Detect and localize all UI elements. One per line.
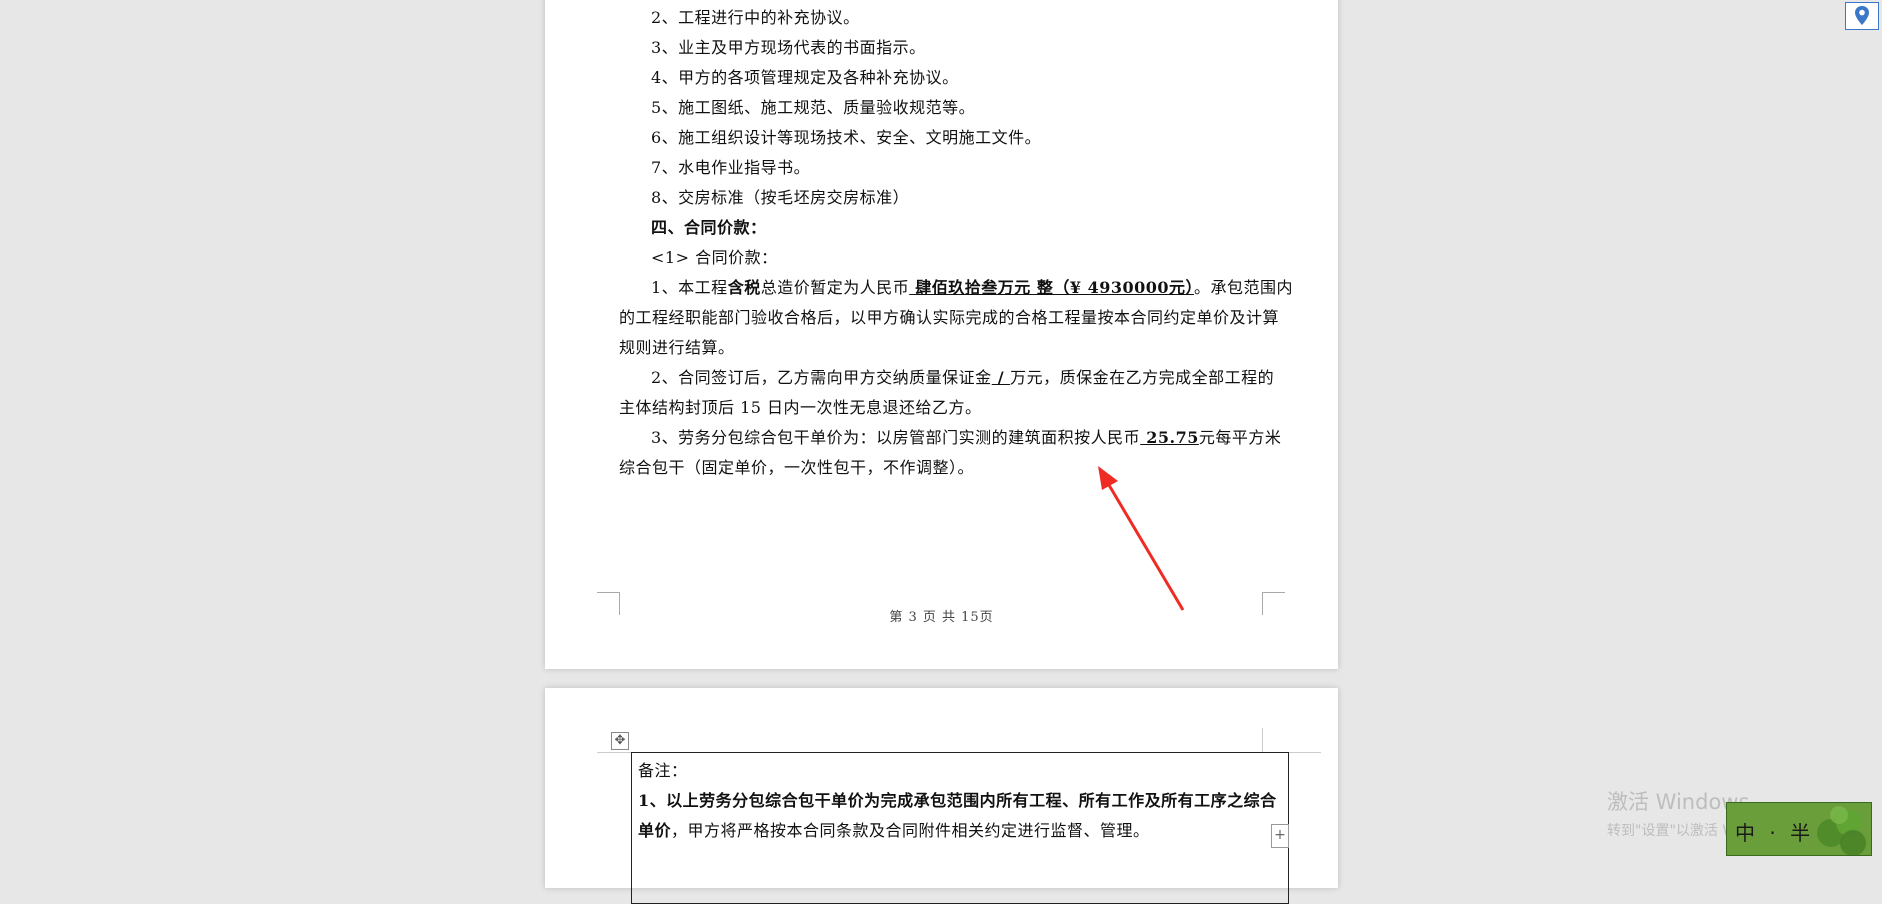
clause-line: 3、业主及甲方现场代表的书面指示。 xyxy=(651,38,926,57)
note-label: 备注： xyxy=(638,761,688,780)
ime-status-bar[interactable]: 中 · 半 xyxy=(1726,802,1872,856)
margin-guide xyxy=(597,752,631,753)
add-row-button[interactable]: + xyxy=(1271,824,1289,848)
clause-line: 4、甲方的各项管理规定及各种补充协议。 xyxy=(651,68,959,87)
text-span: 万元，质保金在乙方完成全部工程的 xyxy=(1010,368,1275,387)
price-clause-1: 1、本工程含税总造价暂定为人民币 肆佰玖拾叁万元 整（¥ 4930000元）。承… xyxy=(651,278,1293,298)
price-clause-3-cont: 综合包干（固定单价，一次性包干，不作调整）。 xyxy=(619,458,975,477)
text-span: 总造价暂定为人民币 xyxy=(760,278,910,297)
contract-amount: 肆佰玖拾叁万元 整（¥ 4930000元） xyxy=(909,278,1194,297)
table-move-handle-icon[interactable]: ✥ xyxy=(611,732,629,750)
text-span: 单价 xyxy=(638,821,672,840)
notes-table: 备注： 1、以上劳务分包综合包干单价为完成承包范围内所有工程、所有工作及所有工序… xyxy=(631,752,1289,904)
price-clause-2: 2、合同签订后，乙方需向甲方交纳质量保证金 / 万元，质保金在乙方完成全部工程的 xyxy=(651,368,1274,388)
document-page-4: ✥ 备注： 1、以上劳务分包综合包干单价为完成承包范围内所有工程、所有工作及所有… xyxy=(545,688,1338,904)
text-span: 元每平方米 xyxy=(1198,428,1282,447)
note-line: 1、以上劳务分包综合包干单价为完成承包范围内所有工程、所有工作及所有工序之综合 xyxy=(638,791,1277,810)
price-clause-1-cont: 规则进行结算。 xyxy=(619,338,735,357)
text-span: 2、合同签订后，乙方需向甲方交纳质量保证金 xyxy=(651,368,992,387)
location-pin-icon[interactable] xyxy=(1845,2,1879,30)
clause-line: 5、施工图纸、施工规范、质量验收规范等。 xyxy=(651,98,976,117)
clause-line: 6、施工组织设计等现场技术、安全、文明施工文件。 xyxy=(651,128,1042,147)
text-span: ，甲方将严格按本合同条款及合同附件相关约定进行监督、管理。 xyxy=(671,821,1150,840)
section-heading: 四、合同价款： xyxy=(651,218,767,237)
sub-heading: <1> 合同价款： xyxy=(651,248,778,267)
price-clause-2-cont: 主体结构封顶后 15 日内一次性无息退还给乙方。 xyxy=(619,398,982,417)
margin-guide xyxy=(1262,728,1263,752)
note-line: 单价，甲方将严格按本合同条款及合同附件相关约定进行监督、管理。 xyxy=(638,821,1150,841)
unit-price: 25.75 xyxy=(1140,428,1199,447)
pin-svg xyxy=(1855,6,1869,25)
price-clause-3: 3、劳务分包综合包干单价为：以房管部门实测的建筑面积按人民币 25.75元每平方… xyxy=(651,428,1281,448)
tax-included-text: 含税 xyxy=(727,278,761,297)
clause-line: 2、工程进行中的补充协议。 xyxy=(651,8,860,27)
document-page-3: 2、工程进行中的补充协议。 3、业主及甲方现场代表的书面指示。 4、甲方的各项管… xyxy=(545,0,1338,669)
price-clause-1-cont: 的工程经职能部门验收合格后，以甲方确认实际完成的合格工程量按本合同约定单价及计算 xyxy=(619,308,1280,327)
text-span: 1、本工程 xyxy=(651,278,728,297)
ime-mode-label: 中 · 半 xyxy=(1735,821,1815,845)
margin-guide xyxy=(1287,752,1321,753)
text-span: 。承包范围内 xyxy=(1194,278,1294,297)
text-span: 3、劳务分包综合包干单价为：以房管部门实测的建筑面积按人民币 xyxy=(651,428,1141,447)
deposit-blank: / xyxy=(991,368,1011,387)
page-footer: 第 3 页 共 15页 xyxy=(889,610,994,625)
clause-line: 7、水电作业指导书。 xyxy=(651,158,811,177)
clause-line: 8、交房标准（按毛坯房交房标准） xyxy=(651,188,910,207)
